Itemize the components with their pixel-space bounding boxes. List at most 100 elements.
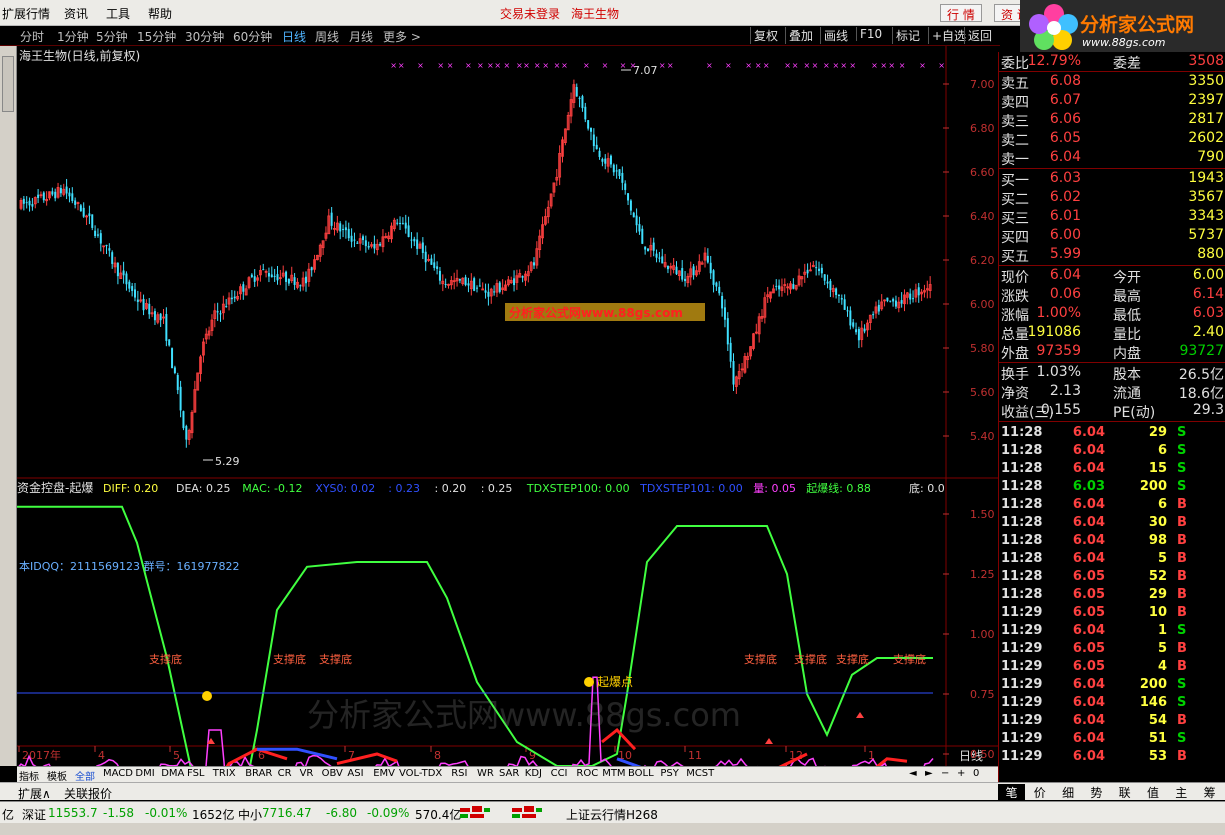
scroll-control-icon[interactable]: − — [941, 768, 949, 779]
candle-body — [584, 106, 587, 120]
quote-tab[interactable]: 主 — [1168, 784, 1195, 801]
indicator-tab[interactable]: FSL — [187, 768, 205, 779]
scroll-thumb[interactable] — [2, 56, 14, 112]
period-tab[interactable]: 30分钟 — [185, 28, 224, 45]
indicator-tab[interactable]: KDJ — [525, 768, 542, 779]
indicator-tab[interactable]: MTM — [602, 768, 625, 779]
period-tab[interactable]: 1分钟 — [57, 28, 89, 45]
indicator-tab[interactable]: MACD — [103, 768, 133, 779]
period-tab[interactable]: 15分钟 — [137, 28, 176, 45]
period-tab[interactable]: 周线 — [315, 28, 339, 45]
buy-level-row[interactable]: 买二 6.02 3567 — [999, 189, 1225, 208]
period-tab[interactable]: 60分钟 — [233, 28, 272, 45]
indicator-tab[interactable]: ROC — [576, 768, 598, 779]
tick-time: 11:28 — [1001, 533, 1043, 548]
sell-level-row[interactable]: 卖二 6.05 2602 — [999, 130, 1225, 149]
indicator-tab[interactable]: MCST — [686, 768, 714, 779]
quote-tab[interactable]: 势 — [1083, 784, 1110, 801]
quote-tab[interactable]: 价 — [1026, 784, 1053, 801]
index2-name[interactable]: 中小 — [238, 806, 262, 823]
buy-level-row[interactable]: 买四 6.00 5737 — [999, 227, 1225, 246]
indicator-tab[interactable]: SAR — [499, 768, 519, 779]
period-tab[interactable]: 5分钟 — [96, 28, 128, 45]
scroll-control-icon[interactable]: + — [957, 768, 965, 779]
restore-rights-button[interactable]: 复权 — [750, 27, 781, 44]
indicator-tab[interactable]: 全部 — [75, 768, 95, 783]
indicator-tab[interactable]: 模板 — [47, 768, 67, 783]
quote-tab[interactable]: 值 — [1140, 784, 1167, 801]
quote-tab[interactable]: 细 — [1055, 784, 1082, 801]
sell-level-row[interactable]: 卖三 6.06 2817 — [999, 111, 1225, 130]
quote-button[interactable]: 行 情 — [940, 4, 982, 22]
expand-tab[interactable]: 扩展∧ — [18, 785, 51, 802]
indicator-tab[interactable]: CR — [278, 768, 292, 779]
candle-body — [601, 158, 604, 162]
related-quote-tab[interactable]: 关联报价 — [64, 785, 112, 802]
stat-label: 最低 — [1113, 308, 1141, 324]
indicator-value: MAC: -0.12 — [242, 482, 302, 495]
indicator-tab[interactable]: TRIX — [213, 768, 236, 779]
tick-side: B — [1177, 659, 1187, 674]
draw-line-button[interactable]: 画线 — [820, 27, 851, 44]
indicator-tab[interactable]: PSY — [660, 768, 679, 779]
signal-x-marker: × — [630, 61, 637, 70]
period-tab[interactable]: 分时 — [20, 28, 44, 45]
sell-level-row[interactable]: 卖五 6.08 3350 — [999, 73, 1225, 92]
overlay-button[interactable]: 叠加 — [785, 27, 816, 44]
period-tab-more[interactable]: 更多 > — [383, 28, 421, 45]
period-tab[interactable]: 月线 — [349, 28, 373, 45]
indicator-tab[interactable]: 指标 — [19, 768, 39, 783]
add-watchlist-button[interactable]: +自选 — [928, 27, 969, 44]
indicator-tab[interactable]: CCI — [551, 768, 568, 779]
quote-tab[interactable]: 笔 — [998, 784, 1025, 801]
chart-area[interactable]: 7.00 6.80 6.60 6.40 6.20 6.00 5.80 5.60 5.40 海王生物… — [17, 46, 998, 766]
indicator-tab[interactable]: DMA — [161, 768, 184, 779]
sell-level-row[interactable]: 卖一 6.04 790 — [999, 149, 1225, 168]
buy-level-row[interactable]: 买一 6.03 1943 — [999, 170, 1225, 189]
candle-body — [835, 288, 838, 295]
mark-button[interactable]: 标记 — [892, 27, 923, 44]
f10-button[interactable]: F10 — [856, 27, 885, 41]
signal-x-marker: × — [602, 61, 609, 70]
signal-x-marker: × — [784, 61, 791, 70]
menu-expand-quotes[interactable]: 扩展行情 — [2, 5, 50, 22]
scroll-control-icon[interactable]: 0 — [973, 768, 979, 779]
indicator-tab[interactable]: BRAR — [245, 768, 272, 779]
indicator-tab[interactable]: ASI — [347, 768, 363, 779]
menu-news[interactable]: 资讯 — [64, 5, 88, 22]
tick-volume: 5 — [1157, 551, 1167, 566]
stat-value: 18.6亿 — [1178, 386, 1224, 402]
index1-name[interactable]: 深证 — [22, 806, 46, 823]
period-tab-daily[interactable]: 日线 — [282, 28, 306, 45]
indicator-tab[interactable]: RSI — [451, 768, 467, 779]
left-scrollbar[interactable] — [0, 46, 17, 766]
tick-side: B — [1177, 569, 1187, 584]
menu-help[interactable]: 帮助 — [148, 5, 172, 22]
candle-body — [829, 280, 832, 290]
scroll-control-icon[interactable]: ► — [925, 768, 933, 779]
support-label: 支撑底 — [273, 652, 306, 666]
stat-value: 29.3 — [1192, 402, 1224, 418]
tick-row: 11:28 6.04 6 S — [999, 443, 1225, 461]
indicator-tab[interactable]: VR — [300, 768, 314, 779]
buy-level-row[interactable]: 买五 5.99 880 — [999, 246, 1225, 265]
indicator-tab[interactable]: OBV — [322, 768, 343, 779]
quote-tab[interactable]: 联 — [1111, 784, 1138, 801]
indicator-tab[interactable]: EMV — [373, 768, 395, 779]
menu-tools[interactable]: 工具 — [106, 5, 130, 22]
scroll-control-icon[interactable]: ◄ — [909, 768, 917, 779]
candle-body — [624, 183, 627, 190]
signal-x-marker: × — [523, 61, 530, 70]
back-button[interactable]: 返回 — [964, 27, 995, 44]
indicator-tab[interactable]: VOL-TDX — [399, 768, 442, 779]
quote-panel-tabs: 笔价细势联值主筹 — [998, 782, 1225, 801]
indicator-tab[interactable]: WR — [477, 768, 494, 779]
indicator-tab[interactable]: BOLL — [628, 768, 654, 779]
bottom-strip — [0, 823, 1225, 835]
tick-price: 6.03 — [1072, 479, 1105, 494]
buy-level-row[interactable]: 买三 6.01 3343 — [999, 208, 1225, 227]
indicator-tab[interactable]: DMI — [135, 768, 154, 779]
candle-body — [79, 205, 82, 212]
quote-tab[interactable]: 筹 — [1196, 784, 1223, 801]
sell-level-row[interactable]: 卖四 6.07 2397 — [999, 92, 1225, 111]
